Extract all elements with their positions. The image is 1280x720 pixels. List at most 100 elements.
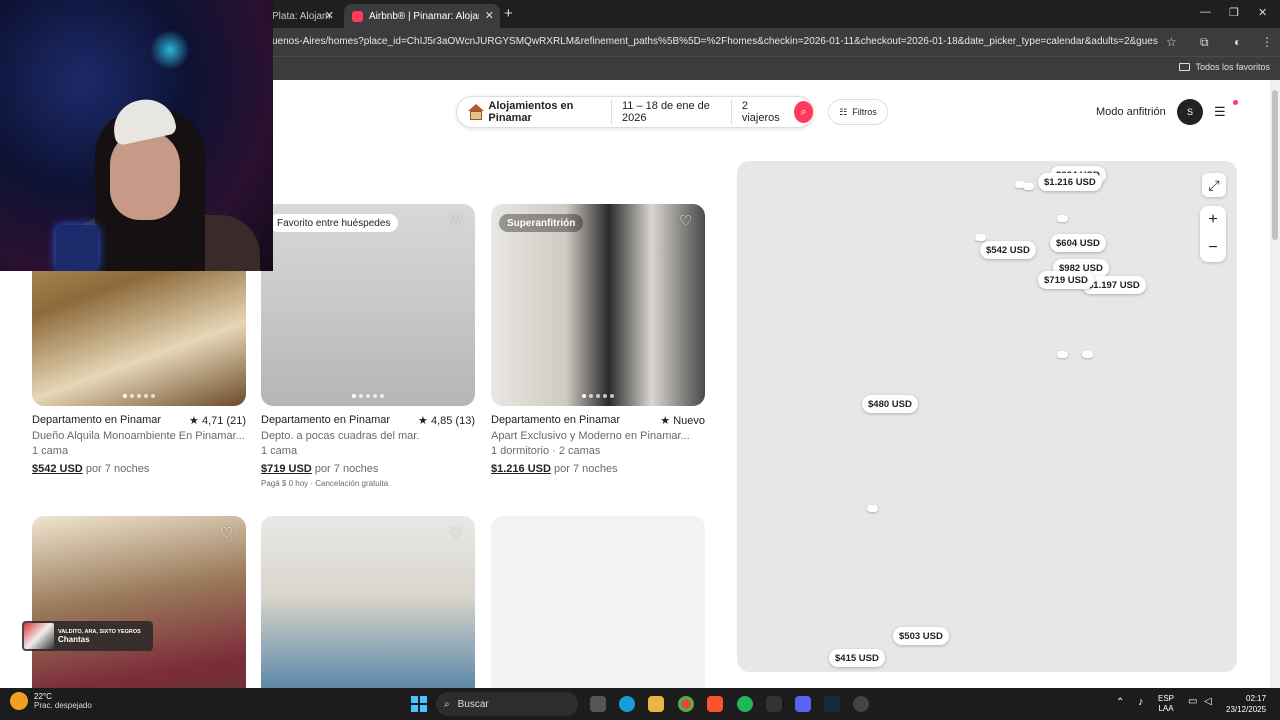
weather-temp: 22°C [34, 692, 52, 701]
search-guests[interactable]: 2 viajeros [732, 100, 792, 124]
heart-icon[interactable]: ♡ [220, 526, 236, 542]
listing-price-line: $542 USD por 7 noches [32, 463, 246, 475]
new-tab-button[interactable]: + [504, 5, 513, 22]
guest-favorite-badge: Favorito entre huéspedes [269, 214, 399, 232]
listing-card-3[interactable]: Superanfitrión ♡ Departamento en Pinamar… [491, 204, 705, 475]
now-playing-widget: VALDITO, ARA, SIXTO YEGROS Chantas [22, 621, 153, 651]
lang-layout: LAA [1158, 704, 1174, 713]
bookmark-star-icon[interactable]: ☆ [1166, 35, 1177, 49]
map[interactable]: ⤢ + − $624 USD $1.216 USD $542 USD $604 … [737, 161, 1237, 672]
search-bar[interactable]: Alojamientos en Pinamar 11 – 18 de ene d… [456, 96, 814, 128]
minimize-icon[interactable]: — [1200, 6, 1211, 18]
listing-price[interactable]: $542 USD [32, 463, 83, 475]
zoom-in-button[interactable]: + [1200, 206, 1226, 234]
map-dot-pin[interactable] [975, 234, 986, 241]
profile-icon[interactable]: ◐ [1234, 35, 1241, 49]
listing-detail: 1 dormitorio · 2 camas [491, 445, 601, 457]
volume-icon[interactable]: ◁ [1204, 697, 1212, 707]
close-window-icon[interactable]: ✕ [1258, 6, 1267, 19]
spotify-icon[interactable] [737, 696, 753, 712]
listing-card-2[interactable]: Favorito entre huéspedes ♡ Departamento … [261, 204, 475, 488]
search-dates[interactable]: 11 – 18 de ene de 2026 [612, 100, 732, 124]
maximize-icon[interactable]: ❐ [1229, 6, 1239, 19]
clock[interactable]: 02:17 23/12/2025 [1226, 693, 1266, 715]
task-view-icon[interactable] [590, 696, 606, 712]
map-price-pin[interactable]: $480 USD [862, 395, 918, 413]
close-tab-icon[interactable]: ✕ [325, 9, 334, 22]
discord-icon[interactable] [795, 696, 811, 712]
map-price-pin[interactable]: $604 USD [1050, 234, 1106, 252]
chrome-icon[interactable] [678, 696, 694, 712]
host-mode-link[interactable]: Modo anfitrión [1096, 106, 1166, 118]
taskbar-search[interactable]: ⌕ Buscar [436, 692, 578, 716]
map-price-pin[interactable]: $542 USD [980, 241, 1036, 259]
heart-icon[interactable]: ♡ [679, 214, 695, 230]
map-price-pin[interactable]: $503 USD [893, 627, 949, 645]
airbnb-favicon-icon [352, 10, 363, 22]
weather-desc: Prac. despejado [34, 701, 92, 710]
map-dot-pin[interactable] [867, 505, 878, 512]
listing-price[interactable]: $719 USD [261, 463, 312, 475]
map-dot-pin[interactable] [1057, 215, 1068, 222]
expand-map-icon[interactable]: ⤢ [1202, 173, 1226, 197]
sliders-icon: ☷ [839, 106, 848, 117]
filters-button[interactable]: ☷ Filtros [828, 99, 888, 125]
now-playing-song: Chantas [58, 634, 90, 644]
edge-icon[interactable] [619, 696, 635, 712]
microphone-icon[interactable]: ♪ [1138, 697, 1144, 708]
scroll-thumb[interactable] [1272, 90, 1278, 240]
tab-airbnb[interactable]: Airbnb® | Pinamar: Alojamient ✕ [344, 4, 500, 28]
all-bookmarks-button[interactable]: Todos los favoritos [1179, 62, 1270, 72]
album-art [24, 623, 54, 649]
map-price-pin[interactable]: $1.216 USD [1038, 173, 1102, 191]
map-dot-pin[interactable] [1057, 351, 1068, 358]
screen: Plata: Alojam ✕ Airbnb® | Pinamar: Aloja… [0, 0, 1280, 720]
weather-sun-icon [10, 692, 28, 710]
extensions-icon[interactable]: ⧉ [1200, 35, 1209, 50]
heart-icon[interactable]: ♡ [449, 526, 465, 542]
map-price-pin[interactable]: $415 USD [829, 649, 885, 667]
map-dot-pin[interactable] [1082, 351, 1093, 358]
price-suffix: por 7 noches [82, 463, 150, 475]
obs-icon[interactable] [853, 696, 869, 712]
epic-games-icon[interactable] [766, 696, 782, 712]
listing-card-4[interactable]: ♡ [32, 516, 246, 688]
photo-dots [582, 394, 614, 398]
search-icon: ⌕ [444, 698, 450, 710]
hamburger-menu-icon[interactable]: ☰ [1214, 104, 1226, 120]
map-dot-pin[interactable] [1023, 183, 1034, 190]
tab-plata[interactable]: Plata: Alojam ✕ [264, 4, 340, 28]
listing-photo-placeholder [491, 516, 705, 688]
url-field[interactable]: uenos-Aires/homes?place_id=ChIJ5r3aOWcnJ… [272, 33, 1158, 51]
listing-card-5[interactable]: ♡ [261, 516, 475, 688]
network-icon[interactable]: ▭ [1188, 697, 1197, 707]
start-button-icon[interactable] [411, 696, 427, 712]
language-indicator[interactable]: ESP LAA [1158, 694, 1174, 714]
listing-price-line: $719 USD por 7 noches [261, 463, 475, 475]
listing-photo[interactable]: ♡ [32, 516, 246, 688]
search-location[interactable]: Alojamientos en Pinamar [488, 100, 612, 124]
listing-photo[interactable]: Favorito entre huéspedes ♡ [261, 204, 475, 406]
tray-overflow-icon[interactable]: ⌃ [1116, 698, 1124, 708]
steam-icon[interactable] [824, 696, 840, 712]
search-icon[interactable]: ⌕ [794, 101, 814, 123]
price-suffix: por 7 noches [311, 463, 379, 475]
listing-photo[interactable]: ♡ [261, 516, 475, 688]
file-explorer-icon[interactable] [648, 696, 664, 712]
photo-dots [352, 394, 384, 398]
listing-detail: 1 cama [32, 445, 69, 457]
weather-widget[interactable]: 22°C Prac. despejado [10, 692, 92, 710]
listing-photo[interactable]: Superanfitrión ♡ [491, 204, 705, 406]
close-tab-icon[interactable]: ✕ [485, 9, 494, 22]
page-scrollbar[interactable] [1270, 80, 1280, 688]
heart-icon[interactable]: ♡ [449, 214, 465, 230]
zoom-out-button[interactable]: − [1200, 234, 1226, 262]
all-bookmarks-label: Todos los favoritos [1195, 62, 1270, 72]
browser-menu-icon[interactable]: ⋮ [1261, 35, 1273, 49]
map-price-pin[interactable]: $719 USD [1038, 271, 1094, 289]
listing-price[interactable]: $1.216 USD [491, 463, 551, 475]
house-icon [467, 104, 484, 120]
price-suffix: por 7 noches [550, 463, 618, 475]
brave-icon[interactable] [707, 696, 723, 712]
avatar[interactable]: S [1177, 99, 1203, 125]
